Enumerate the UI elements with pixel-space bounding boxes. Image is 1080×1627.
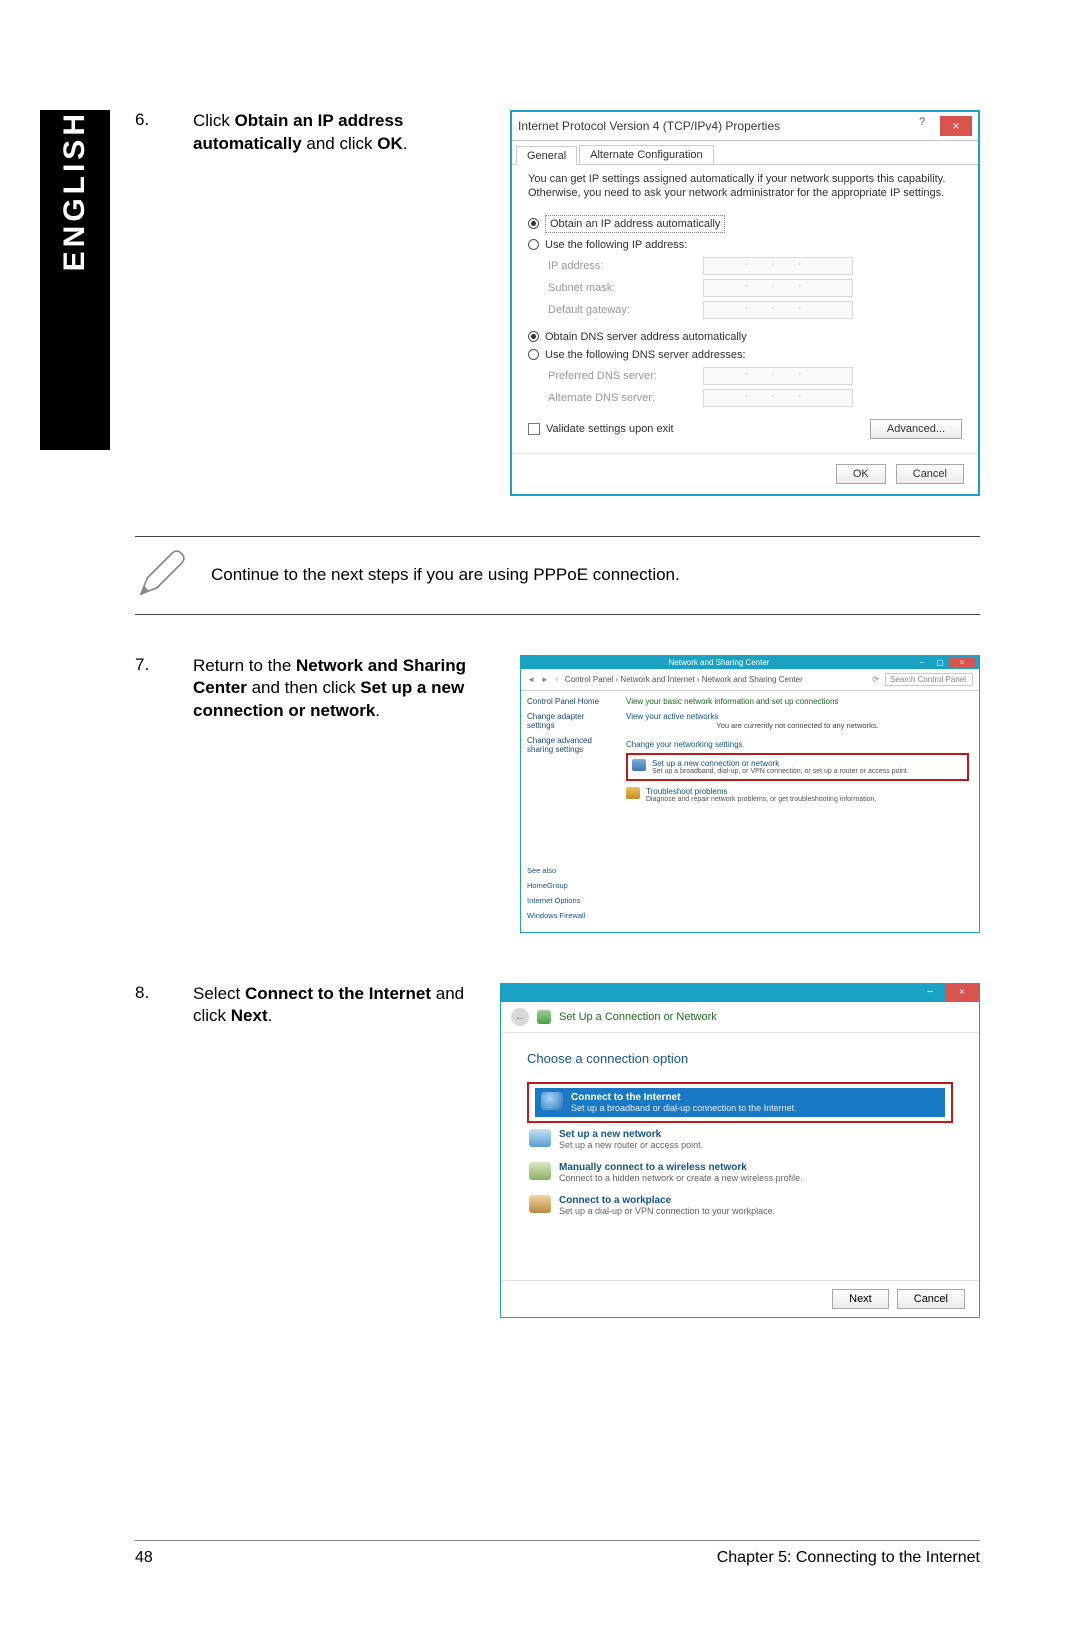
page-footer: 48 Chapter 5: Connecting to the Internet <box>135 1540 980 1567</box>
router-icon <box>529 1129 551 1147</box>
step-8-number: 8. <box>135 983 163 1003</box>
sidebar-homegroup[interactable]: HomeGroup <box>527 881 610 890</box>
minimize-button[interactable]: − <box>917 984 943 1002</box>
setup-connection-dialog: − × ← Set Up a Connection or Network Cho… <box>500 983 980 1318</box>
label-use-following-ip: Use the following IP address: <box>545 239 687 251</box>
input-alternate-dns[interactable]: · · · <box>703 389 853 407</box>
maximize-button[interactable]: ▢ <box>931 658 949 667</box>
tcpip-properties-dialog: Internet Protocol Version 4 (TCP/IPv4) P… <box>510 110 980 496</box>
setup-connection-icon <box>632 759 646 771</box>
minimize-button[interactable]: − <box>913 658 931 667</box>
ok-button[interactable]: OK <box>836 464 886 484</box>
step-6-text: Click Obtain an IP address automatically… <box>193 110 480 156</box>
input-preferred-dns[interactable]: · · · <box>703 367 853 385</box>
label-obtain-ip-auto: Obtain an IP address automatically <box>545 215 725 233</box>
advanced-button[interactable]: Advanced... <box>870 419 962 439</box>
step-7: 7. Return to the Network and Sharing Cen… <box>135 655 980 933</box>
step-6-number: 6. <box>135 110 163 130</box>
input-ip-address[interactable]: · · · <box>703 257 853 275</box>
option-manual-wireless[interactable]: Manually connect to a wireless network C… <box>527 1156 953 1189</box>
cancel-button[interactable]: Cancel <box>897 1289 965 1309</box>
task-setup-connection[interactable]: Set up a new connection or network Set u… <box>632 757 963 777</box>
active-networks-label: View your active networks <box>626 712 969 721</box>
network-sharing-center-window: Network and Sharing Center − ▢ × ◄ ► ↑ C… <box>520 655 980 933</box>
step-6: 6. Click Obtain an IP address automatica… <box>135 110 980 496</box>
close-button[interactable]: × <box>945 984 979 1002</box>
input-default-gateway[interactable]: · · · <box>703 301 853 319</box>
step-7-text: Return to the Network and Sharing Center… <box>193 655 490 724</box>
choose-heading: Choose a connection option <box>527 1051 953 1066</box>
sidebar-control-panel-home[interactable]: Control Panel Home <box>527 697 610 706</box>
sidebar-internet-options[interactable]: Internet Options <box>527 896 610 905</box>
active-networks-note: You are currently not connected to any n… <box>626 721 969 730</box>
dialog-info: You can get IP settings assigned automat… <box>528 173 962 201</box>
label-ip-address: IP address: <box>548 260 703 272</box>
nav-forward-icon[interactable]: ► <box>541 675 549 684</box>
troubleshoot-icon <box>626 787 640 799</box>
task-troubleshoot[interactable]: Troubleshoot problems Diagnose and repai… <box>626 785 969 805</box>
breadcrumb[interactable]: Control Panel › Network and Internet › N… <box>565 675 866 684</box>
option-connect-internet[interactable]: Connect to the Internet Set up a broadba… <box>535 1088 945 1117</box>
option-connect-workplace[interactable]: Connect to a workplace Set up a dial-up … <box>527 1189 953 1222</box>
dialog-title: Internet Protocol Version 4 (TCP/IPv4) P… <box>518 119 904 133</box>
briefcase-icon <box>529 1195 551 1213</box>
cancel-button[interactable]: Cancel <box>896 464 964 484</box>
option-highlighted-box: Connect to the Internet Set up a broadba… <box>527 1082 953 1123</box>
label-alternate-dns: Alternate DNS server: <box>548 392 703 404</box>
radio-use-following-ip[interactable] <box>528 239 539 250</box>
help-button[interactable]: ? <box>910 116 934 136</box>
close-button[interactable]: × <box>940 116 972 136</box>
language-tab: ENGLISH <box>40 110 110 450</box>
wizard-icon <box>537 1010 551 1024</box>
option-setup-network[interactable]: Set up a new network Set up a new router… <box>527 1123 953 1156</box>
chapter-title: Chapter 5: Connecting to the Internet <box>717 1549 980 1567</box>
step-7-number: 7. <box>135 655 163 675</box>
wizard-title: Set Up a Connection or Network <box>559 1011 717 1023</box>
nav-up-icon[interactable]: ↑ <box>555 675 559 684</box>
window-title: Network and Sharing Center <box>525 658 913 667</box>
label-subnet-mask: Subnet mask: <box>548 282 703 294</box>
input-subnet-mask[interactable]: · · · <box>703 279 853 297</box>
label-default-gateway: Default gateway: <box>548 304 703 316</box>
globe-icon <box>541 1092 563 1110</box>
sidebar-change-adapter[interactable]: Change adapter settings <box>527 712 610 730</box>
note: Continue to the next steps if you are us… <box>135 547 980 604</box>
search-input[interactable]: Search Control Panel <box>885 673 973 686</box>
sidebar-change-sharing[interactable]: Change advanced sharing settings <box>527 736 610 754</box>
note-text: Continue to the next steps if you are us… <box>211 565 680 585</box>
checkbox-validate[interactable] <box>528 423 540 435</box>
refresh-icon[interactable]: ⟳ <box>872 675 879 684</box>
close-button[interactable]: × <box>949 658 975 667</box>
main-heading: View your basic network information and … <box>626 697 969 706</box>
label-obtain-dns-auto: Obtain DNS server address automatically <box>545 331 747 343</box>
step-8-text: Select Connect to the Internet and click… <box>193 983 470 1029</box>
change-settings-label: Change your networking settings <box>626 740 969 749</box>
tab-general[interactable]: General <box>516 146 577 165</box>
radio-obtain-ip-auto[interactable] <box>528 218 539 229</box>
sidebar-windows-firewall[interactable]: Windows Firewall <box>527 911 610 920</box>
label-preferred-dns: Preferred DNS server: <box>548 370 703 382</box>
radio-use-following-dns[interactable] <box>528 349 539 360</box>
pencil-icon <box>135 547 189 604</box>
label-validate: Validate settings upon exit <box>546 423 674 435</box>
tab-alternate-configuration[interactable]: Alternate Configuration <box>579 145 714 164</box>
sidebar-see-also: See also <box>527 866 610 875</box>
next-button[interactable]: Next <box>832 1289 889 1309</box>
label-use-following-dns: Use the following DNS server addresses: <box>545 349 746 361</box>
radio-obtain-dns-auto[interactable] <box>528 331 539 342</box>
wifi-icon <box>529 1162 551 1180</box>
step-8: 8. Select Connect to the Internet and cl… <box>135 983 980 1318</box>
back-button[interactable]: ← <box>511 1008 529 1026</box>
nav-back-icon[interactable]: ◄ <box>527 675 535 684</box>
task-setup-connection-highlighted: Set up a new connection or network Set u… <box>626 753 969 781</box>
page-number: 48 <box>135 1549 153 1567</box>
